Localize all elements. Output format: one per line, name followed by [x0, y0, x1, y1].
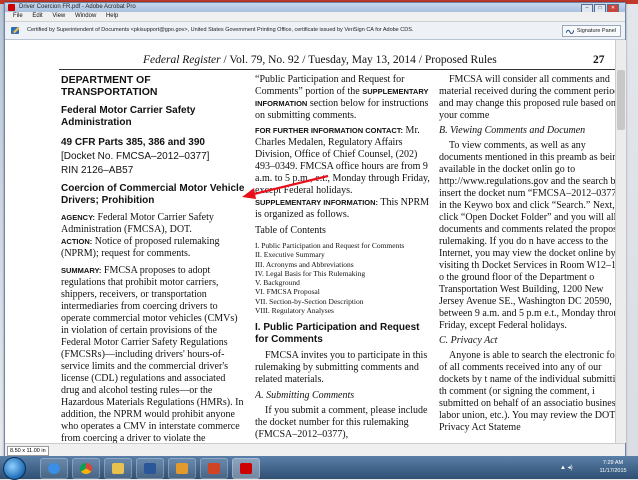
column-1: DEPARTMENT OF TRANSPORTATION Federal Mot…	[61, 74, 246, 454]
action-paragraph: ACTION: Notice of proposed rulemaking (N…	[61, 236, 246, 260]
acrobat-app-icon	[8, 4, 15, 11]
cfr-parts: 49 CFR Parts 385, 386 and 390	[61, 137, 205, 148]
outlook-icon	[176, 463, 188, 474]
page-header: Federal Register / Vol. 79, No. 92 / Tue…	[55, 53, 625, 67]
section-a-heading: A. Submitting Comments	[255, 390, 355, 402]
agency-heading: Federal Motor Carrier Safety Administrat…	[61, 105, 196, 128]
start-button[interactable]	[3, 457, 26, 480]
menu-file[interactable]: File	[13, 13, 23, 19]
toc-item: III. Acronyms and Abbreviations	[255, 259, 354, 269]
menu-window[interactable]: Window	[75, 13, 96, 19]
table-of-contents: I. Public Participation and Request for …	[255, 241, 430, 315]
vertical-scrollbar[interactable]	[615, 40, 626, 443]
certification-bar: Certified by Superintendent of Documents…	[5, 22, 625, 40]
powerpoint-icon	[208, 463, 220, 474]
header-rule	[59, 69, 625, 70]
summary-label: SUMMARY:	[61, 266, 102, 275]
contact-label: FOR FURTHER INFORMATION CONTACT:	[255, 126, 404, 135]
signature-icon	[565, 29, 574, 34]
toc-item: VIII. Regulatory Analyses	[255, 306, 334, 316]
page-number: 27	[593, 54, 605, 66]
menu-edit[interactable]: Edit	[32, 13, 42, 19]
taskbar-explorer-button[interactable]	[104, 458, 132, 479]
toc-item: IV. Legal Basis for This Rulemaking	[255, 268, 366, 278]
clock-time: 7:29 AM	[602, 460, 624, 466]
menu-bar: File Edit View Window Help	[5, 12, 625, 22]
clock-date: 11/17/2015	[599, 468, 627, 474]
page-size-indicator: 8.50 x 11.00 in	[7, 446, 49, 456]
rule-title: Coercion of Commercial Motor Vehicle Dri…	[61, 183, 245, 206]
header-issue-info: / Vol. 79, No. 92 / Tuesday, May 13, 201…	[220, 54, 497, 66]
section-1-text: FMCSA invites you to participate in this…	[255, 350, 428, 386]
acrobat-icon	[240, 463, 252, 474]
taskbar-word-button[interactable]	[136, 458, 164, 479]
taskbar-powerpoint-button[interactable]	[200, 458, 228, 479]
toc-item: II. Executive Summary	[255, 250, 325, 260]
rin-number: RIN 2126–AB57	[61, 165, 134, 176]
section-a-text: If you submit a comment, please include …	[255, 405, 428, 441]
agency-label: AGENCY:	[61, 213, 96, 222]
col3-paragraph-3: Anyone is able to search the electronic …	[439, 350, 625, 433]
signature-panel-label: Signature Panel	[576, 28, 616, 34]
acrobat-window: Driver Coercion FR.pdf - Adobe Acrobat P…	[4, 2, 626, 458]
taskbar-chrome-button[interactable]	[72, 458, 100, 479]
pdf-page: Federal Register / Vol. 79, No. 92 / Tue…	[55, 40, 625, 454]
red-annotation-arrow	[242, 174, 329, 199]
action-label: ACTION:	[61, 237, 93, 246]
title-bar: Driver Coercion FR.pdf - Adobe Acrobat P…	[5, 3, 625, 13]
summary-text: FMCSA proposes to adopt regulations that…	[61, 265, 244, 454]
toc-item: VI. FMCSA Proposal	[255, 287, 320, 297]
taskbar-outlook-button[interactable]	[168, 458, 196, 479]
ie-icon	[48, 463, 60, 474]
taskbar-clock[interactable]: 7:29 AM 11/17/2015	[590, 459, 636, 475]
intro-paragraph: “Public Participation and Request for Co…	[255, 74, 430, 122]
certified-pen-icon	[11, 27, 20, 34]
docket-number: [Docket No. FMCSA–2012–0377]	[61, 151, 210, 162]
scrollbar-thumb[interactable]	[617, 70, 625, 130]
folder-icon	[112, 463, 124, 474]
menu-view[interactable]: View	[52, 13, 65, 19]
column-3: FMCSA will consider all comments and mat…	[439, 74, 625, 434]
section-b-heading: B. Viewing Comments and Documen	[439, 125, 586, 136]
taskbar-acrobat-button[interactable]	[232, 458, 260, 479]
toc-item: I. Public Participation and Request for …	[255, 241, 405, 250]
status-bar: 8.50 x 11.00 in	[5, 443, 625, 456]
word-icon	[144, 463, 156, 474]
agency-paragraph: AGENCY: Federal Motor Carrier Safety Adm…	[61, 212, 246, 236]
department-heading: DEPARTMENT OF TRANSPORTATION	[61, 74, 158, 98]
col3-paragraph-2: To view comments, as well as any documen…	[439, 140, 625, 331]
window-title: Driver Coercion FR.pdf - Adobe Acrobat P…	[19, 4, 136, 10]
section-c-heading: C. Privacy Act	[439, 335, 498, 346]
signature-panel-button[interactable]: Signature Panel	[561, 25, 621, 37]
section-1-heading: I. Public Participation and Request for …	[255, 322, 420, 346]
certification-text: Certified by Superintendent of Documents…	[27, 27, 414, 33]
system-tray[interactable]: ▲ ◂)	[560, 464, 586, 472]
toc-item: V. Background	[255, 278, 300, 288]
summary-paragraph: SUMMARY: FMCSA proposes to adopt regulat…	[61, 265, 246, 454]
toc-item: VII. Section-by-Section Description	[255, 296, 364, 306]
taskbar-ie-button[interactable]	[40, 458, 68, 479]
column-2: “Public Participation and Request for Co…	[255, 74, 430, 441]
chrome-icon	[80, 463, 92, 474]
taskbar: ▲ ◂) 7:29 AM 11/17/2015	[0, 456, 638, 480]
menu-help[interactable]: Help	[106, 13, 118, 19]
publication-name: Federal Register	[143, 54, 221, 66]
col3-paragraph-1: FMCSA will consider all comments and mat…	[439, 74, 620, 121]
toc-title: Table of Contents	[255, 225, 326, 236]
